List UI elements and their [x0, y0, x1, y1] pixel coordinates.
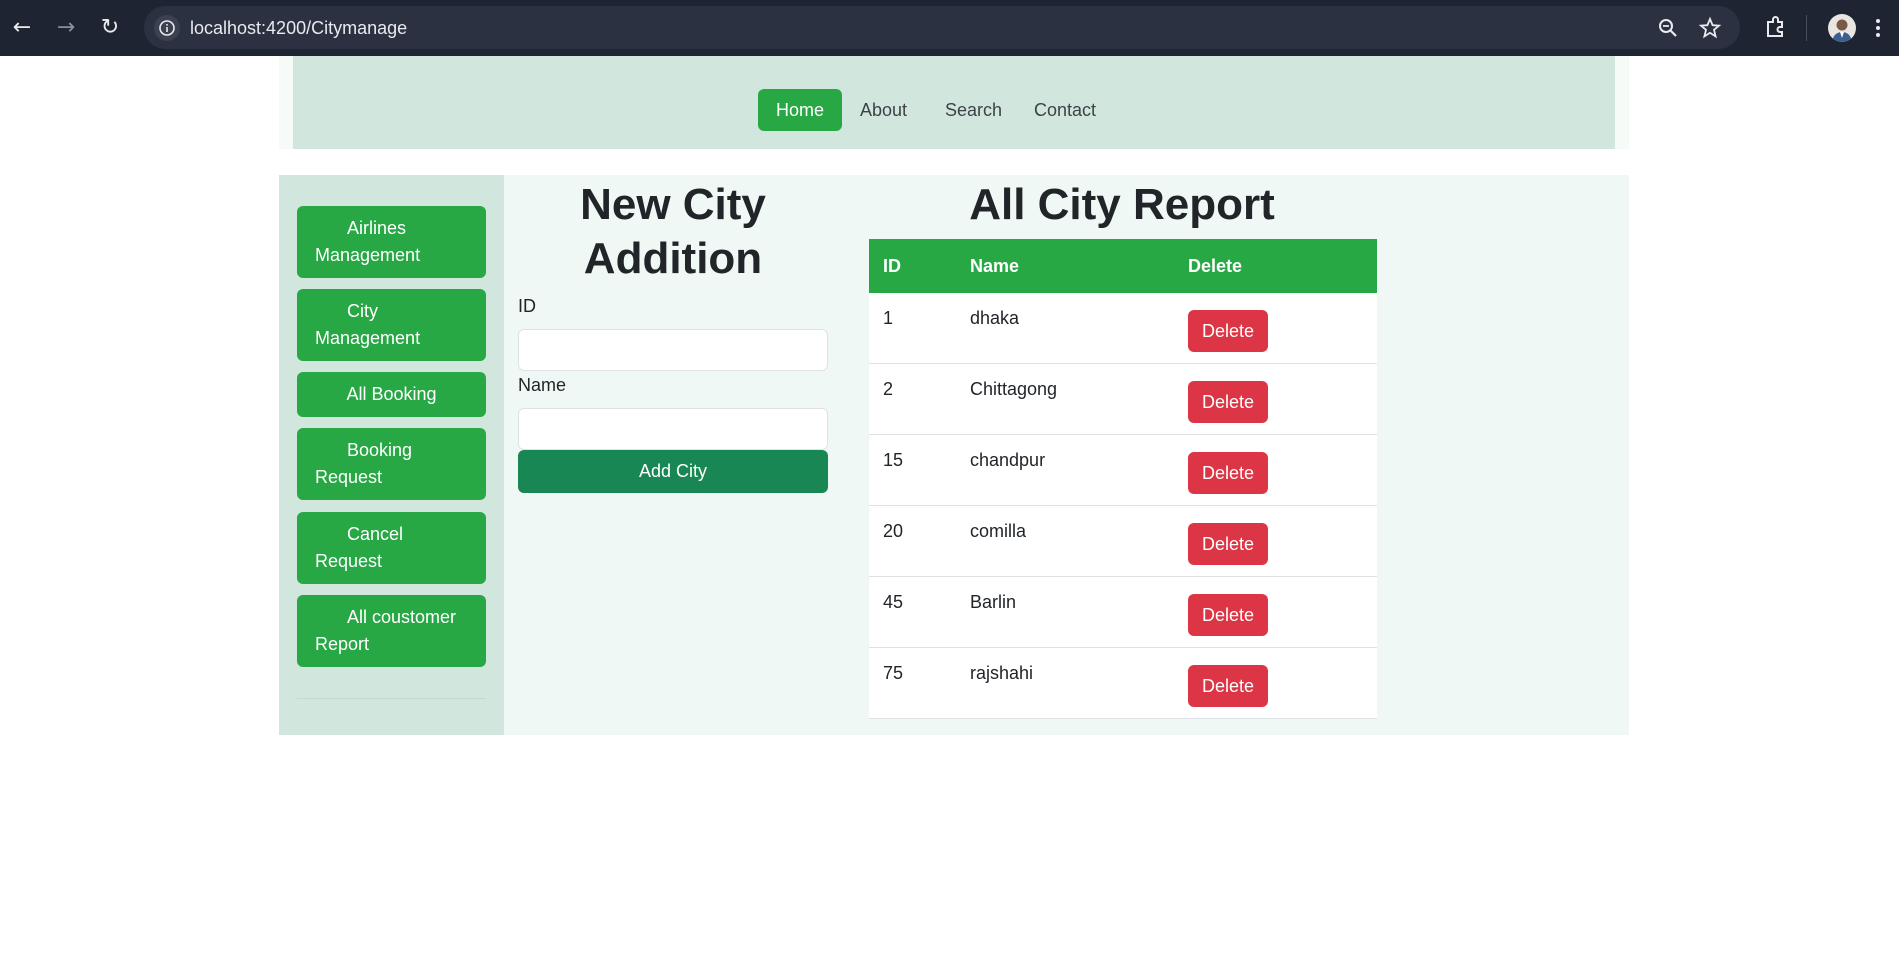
sidebar-item-city-management[interactable]: City Management: [297, 289, 486, 361]
forward-arrow-icon[interactable]: →: [52, 14, 80, 42]
nav-about-link[interactable]: About: [842, 89, 925, 131]
table-row: 2 Chittagong Delete: [869, 364, 1377, 435]
cell-name: comilla: [970, 521, 1027, 541]
site-info-icon[interactable]: [154, 15, 180, 41]
delete-button[interactable]: Delete: [1188, 452, 1268, 494]
nav-search-link[interactable]: Search: [927, 89, 1020, 131]
delete-button[interactable]: Delete: [1188, 665, 1268, 707]
delete-button[interactable]: Delete: [1188, 310, 1268, 352]
cell-name: chandpur: [970, 450, 1046, 470]
name-label: Name: [518, 375, 567, 395]
table-row: 1 dhaka Delete: [869, 293, 1377, 364]
sidebar-item-all-customer-report[interactable]: All coustomer Report: [297, 595, 486, 667]
column-header-id: ID: [883, 256, 901, 276]
cell-id: 75: [883, 663, 904, 683]
sidebar-item-all-booking[interactable]: All Booking: [297, 372, 486, 417]
more-options-icon[interactable]: [1868, 14, 1888, 42]
nav-home-link[interactable]: Home: [758, 89, 843, 131]
toolbar-separator: [1806, 15, 1807, 41]
sidebar-item-airlines-management[interactable]: Airlines Management: [297, 206, 486, 278]
table-row: 75 rajshahi Delete: [869, 648, 1377, 719]
sidebar-item-booking-request[interactable]: Booking Request: [297, 428, 486, 500]
name-input[interactable]: [518, 408, 828, 450]
sidebar-divider: [297, 698, 486, 699]
back-arrow-icon[interactable]: ←: [8, 14, 36, 42]
add-city-button[interactable]: Add City: [518, 450, 828, 493]
address-bar[interactable]: localhost:4200/Citymanage: [144, 6, 1740, 49]
cell-id: 45: [883, 592, 904, 612]
extensions-icon[interactable]: [1761, 13, 1789, 41]
delete-button[interactable]: Delete: [1188, 523, 1268, 565]
delete-button[interactable]: Delete: [1188, 381, 1268, 423]
table-row: 20 comilla Delete: [869, 506, 1377, 577]
column-header-name: Name: [970, 256, 1020, 276]
cell-id: 20: [883, 521, 904, 541]
reload-icon[interactable]: ↻: [96, 14, 124, 42]
cell-id: 15: [883, 450, 904, 470]
cell-name: rajshahi: [970, 663, 1034, 683]
column-header-delete: Delete: [1188, 256, 1243, 276]
sidebar-item-cancel-request[interactable]: Cancel Request: [297, 512, 486, 584]
nav-contact-link[interactable]: Contact: [1016, 89, 1114, 131]
browser-toolbar: ← → ↻ localhost:4200/Citymanage: [0, 0, 1899, 56]
zoom-icon[interactable]: [1656, 16, 1680, 40]
cell-name: dhaka: [970, 308, 1020, 328]
delete-button[interactable]: Delete: [1188, 594, 1268, 636]
table-row: 15 chandpur Delete: [869, 435, 1377, 506]
table-row: 45 Barlin Delete: [869, 577, 1377, 648]
table-header: ID Name Delete: [869, 239, 1377, 293]
cell-name: Chittagong: [970, 379, 1058, 399]
url-text[interactable]: localhost:4200/Citymanage: [190, 18, 407, 39]
bookmark-star-icon[interactable]: [1698, 16, 1722, 40]
cell-name: Barlin: [970, 592, 1017, 612]
cell-id: 1: [883, 308, 894, 328]
cell-id: 2: [883, 379, 894, 399]
form-title: New City Addition: [580, 180, 766, 283]
report-title: All City Report: [969, 180, 1275, 229]
profile-avatar[interactable]: [1828, 14, 1856, 42]
id-label: ID: [518, 296, 536, 316]
city-table: ID Name Delete 1 dhaka Delete 2 Chittago…: [869, 239, 1377, 719]
id-input[interactable]: [518, 329, 828, 371]
